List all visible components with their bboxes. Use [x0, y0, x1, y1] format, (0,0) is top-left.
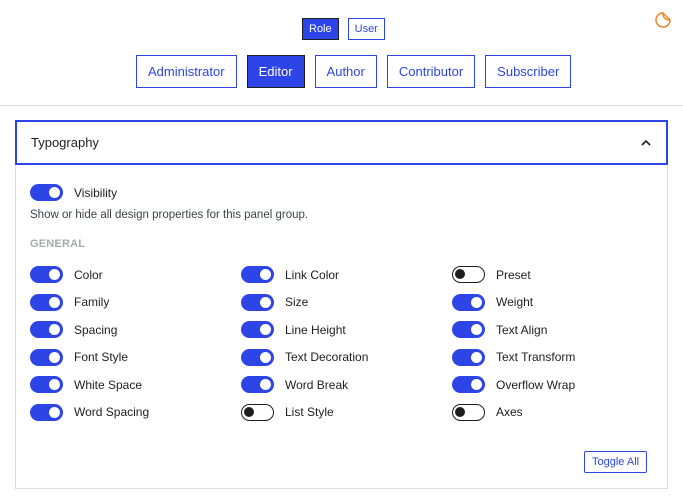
property-row-word-spacing: Word Spacing [30, 403, 150, 421]
property-row-size: Size [241, 293, 309, 311]
text-align-toggle[interactable] [452, 321, 485, 338]
preset-label: Preset [496, 267, 531, 282]
color-toggle[interactable] [30, 266, 63, 283]
line-height-toggle[interactable] [241, 321, 274, 338]
panel-header-typography[interactable]: Typography [15, 120, 668, 165]
text-align-label: Text Align [496, 322, 548, 337]
spacing-label: Spacing [74, 322, 118, 337]
property-row-white-space: White Space [30, 376, 142, 393]
mode-role-button[interactable]: Role [302, 18, 339, 40]
property-row-color: Color [30, 266, 103, 283]
mode-switch: Role User [302, 18, 385, 40]
section-label-general: GENERAL [30, 238, 86, 250]
word-break-label: Word Break [285, 377, 349, 392]
link-color-toggle[interactable] [241, 266, 274, 283]
white-space-toggle[interactable] [30, 376, 63, 393]
property-row-spacing: Spacing [30, 321, 117, 338]
property-row-line-height: Line Height [241, 321, 346, 338]
overflow-wrap-label: Overflow Wrap [496, 377, 576, 392]
visibility-toggle[interactable] [30, 184, 63, 201]
property-row-text-decoration: Text Decoration [241, 348, 369, 366]
line-height-label: Line Height [285, 322, 346, 337]
color-label: Color [74, 267, 103, 282]
role-tab-subscriber[interactable]: Subscriber [485, 55, 572, 88]
property-row-font-style: Font Style [30, 348, 129, 366]
help-text: Show or hide all design properties for t… [30, 209, 309, 221]
word-break-toggle[interactable] [241, 376, 274, 393]
text-transform-label: Text Transform [496, 350, 576, 364]
property-row-list-style: List Style [241, 403, 334, 421]
property-row-link-color: Link Color [241, 266, 339, 283]
property-row-axes: Axes [452, 403, 523, 421]
axes-label: Axes [496, 405, 523, 419]
visibility-label: Visibility [74, 185, 118, 200]
word-spacing-label: Word Spacing [74, 405, 150, 419]
preset-toggle[interactable] [452, 266, 485, 283]
role-tabs: Administrator Editor Author Contributor … [136, 55, 572, 88]
property-row-overflow-wrap: Overflow Wrap [452, 376, 575, 393]
weight-label: Weight [496, 295, 534, 309]
property-row-text-align: Text Align [452, 321, 547, 338]
property-row-weight: Weight [452, 293, 534, 311]
size-toggle[interactable] [241, 293, 274, 311]
toggle-all-button[interactable]: Toggle All [584, 451, 648, 473]
text-transform-toggle[interactable] [452, 348, 485, 366]
role-tab-contributor[interactable]: Contributor [386, 55, 476, 88]
role-tab-editor[interactable]: Editor [246, 55, 305, 88]
panel-title: Typography [31, 135, 99, 150]
word-spacing-toggle[interactable] [30, 403, 63, 421]
white-space-label: White Space [74, 377, 143, 392]
role-tab-administrator[interactable]: Administrator [136, 55, 237, 88]
size-label: Size [285, 295, 309, 309]
visibility-row: Visibility [30, 184, 117, 201]
top-bar: Role User Administrator Editor Author Co… [0, 0, 683, 106]
spacing-toggle[interactable] [30, 321, 63, 338]
list-style-label: List Style [285, 405, 334, 419]
mode-user-button[interactable]: User [347, 18, 385, 40]
chevron-up-icon[interactable] [640, 137, 652, 149]
font-style-label: Font Style [74, 350, 129, 364]
sticker-icon[interactable] [654, 11, 672, 29]
overflow-wrap-toggle[interactable] [452, 376, 485, 393]
property-row-text-transform: Text Transform [452, 348, 576, 366]
axes-toggle[interactable] [452, 403, 485, 421]
family-toggle[interactable] [30, 293, 63, 311]
link-color-label: Link Color [285, 267, 340, 282]
property-row-word-break: Word Break [241, 376, 348, 393]
property-row-family: Family [30, 293, 110, 311]
text-decoration-toggle[interactable] [241, 348, 274, 366]
font-style-toggle[interactable] [30, 348, 63, 366]
typography-panel [15, 120, 668, 489]
list-style-toggle[interactable] [241, 403, 274, 421]
property-row-preset: Preset [452, 266, 531, 283]
role-tab-author[interactable]: Author [314, 55, 377, 88]
text-decoration-label: Text Decoration [285, 350, 369, 364]
family-label: Family [74, 295, 110, 309]
weight-toggle[interactable] [452, 293, 485, 311]
